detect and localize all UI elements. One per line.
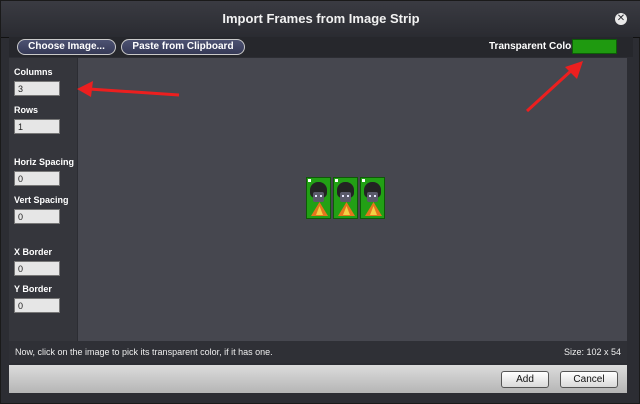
settings-panel: Columns Rows Horiz Spacing Vert Spacing … — [9, 58, 77, 341]
sprite-frame[interactable] — [306, 177, 331, 219]
rows-label: Rows — [14, 105, 39, 115]
close-icon[interactable]: ✕ — [615, 13, 627, 25]
horiz-spacing-field[interactable] — [14, 171, 60, 186]
transparent-color-label: Transparent Color — [489, 41, 576, 52]
dialog-title: Import Frames from Image Strip — [222, 11, 420, 26]
y-border-field[interactable] — [14, 298, 60, 313]
import-frames-dialog: Import Frames from Image Strip ✕ Choose … — [0, 0, 640, 404]
title-bar: Import Frames from Image Strip ✕ — [1, 1, 640, 38]
toolbar: Choose Image... Paste from Clipboard Tra… — [9, 37, 633, 57]
dialog-footer: Add Cancel — [9, 365, 627, 393]
x-border-label: X Border — [14, 247, 53, 257]
sprite-frame[interactable] — [360, 177, 385, 219]
y-border-label: Y Border — [14, 284, 52, 294]
vert-spacing-field[interactable] — [14, 209, 60, 224]
transparent-color-swatch[interactable] — [572, 39, 617, 54]
columns-field[interactable] — [14, 81, 60, 96]
rows-field[interactable] — [14, 119, 60, 134]
x-border-field[interactable] — [14, 261, 60, 276]
add-button[interactable]: Add — [501, 371, 549, 388]
choose-image-button[interactable]: Choose Image... — [17, 39, 116, 55]
columns-label: Columns — [14, 67, 53, 77]
image-size: Size: 102 x 54 — [563, 347, 621, 357]
status-hint: Now, click on the image to pick its tran… — [15, 347, 273, 357]
status-bar: Now, click on the image to pick its tran… — [9, 341, 627, 363]
horiz-spacing-label: Horiz Spacing — [14, 157, 75, 167]
arrow-icon — [77, 81, 180, 97]
vert-spacing-label: Vert Spacing — [14, 195, 69, 205]
paste-from-clipboard-button[interactable]: Paste from Clipboard — [121, 39, 245, 55]
arrow-icon — [525, 61, 583, 113]
cancel-button[interactable]: Cancel — [560, 371, 618, 388]
sprite-frame[interactable] — [333, 177, 358, 219]
